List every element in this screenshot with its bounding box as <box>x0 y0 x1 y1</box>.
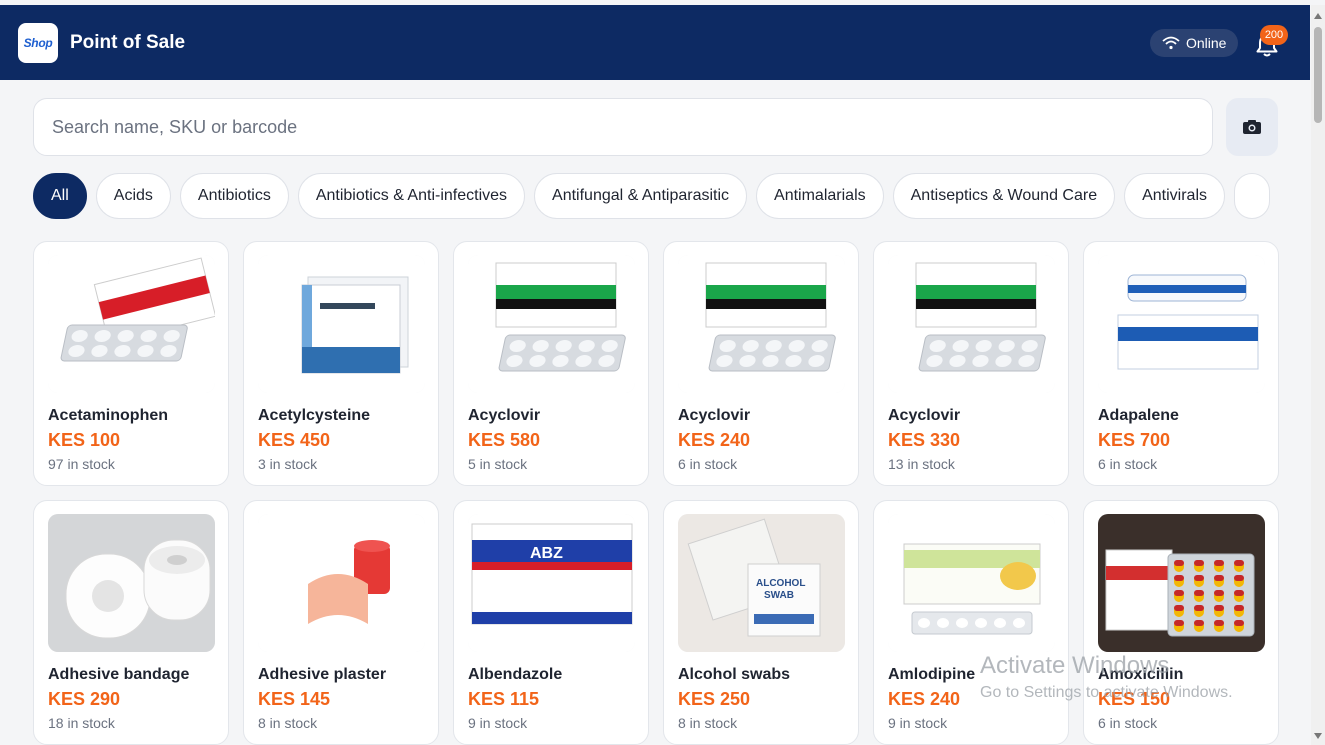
product-name: Acetylcysteine <box>258 407 371 424</box>
product-stock: 9 in stock <box>468 715 528 731</box>
product-image <box>1098 255 1265 393</box>
product-name: Adhesive bandage <box>48 666 190 683</box>
shop-logo[interactable]: Shop <box>18 23 58 63</box>
category-chip[interactable]: Antifungal & Antiparasitic <box>534 173 748 219</box>
search-input[interactable] <box>50 115 1196 139</box>
product-stock: 6 in stock <box>1098 715 1158 731</box>
notification-badge: 200 <box>1260 25 1288 45</box>
product-image <box>888 255 1055 393</box>
product-price: KES 240 <box>888 689 961 709</box>
product-stock: 6 in stock <box>1098 456 1158 472</box>
page-title: Point of Sale <box>70 32 186 53</box>
product-card[interactable]: ALCOHOL SWAB Alcohol swabs KES 250 8 in stoc… <box>663 500 859 745</box>
product-name: Adhesive plaster <box>258 666 387 683</box>
product-name: Amoxicillin <box>1098 666 1184 683</box>
product-name: Acetaminophen <box>48 407 169 424</box>
category-chip[interactable]: Acids <box>95 173 171 219</box>
product-card[interactable]: Acetylcysteine KES 450 3 in stock <box>243 241 439 486</box>
category-chip[interactable]: Antibiotics & Anti-infectives <box>297 173 526 219</box>
page-scrollbar[interactable] <box>1311 5 1325 745</box>
product-price: KES 115 <box>468 689 540 709</box>
product-price: KES 145 <box>258 689 331 709</box>
product-image <box>468 255 635 393</box>
online-status-badge[interactable]: Online <box>1150 29 1239 57</box>
category-chip[interactable]: All <box>33 173 87 219</box>
category-filter-bar: All Acids Antibiotics Antibiotics & Anti-in… <box>33 173 1278 221</box>
scroll-down-arrow-icon[interactable] <box>1314 733 1322 739</box>
product-stock: 8 in stock <box>258 715 318 731</box>
product-stock: 18 in stock <box>48 715 115 731</box>
product-stock: 8 in stock <box>678 715 738 731</box>
product-image: ALCOHOL SWAB <box>678 514 845 652</box>
product-card[interactable]: Adapalene KES 700 6 in stock <box>1083 241 1279 486</box>
product-price: KES 330 <box>888 430 961 450</box>
scroll-up-arrow-icon[interactable] <box>1314 13 1322 19</box>
product-name: Albendazole <box>468 666 563 683</box>
product-card[interactable]: Adhesive bandage KES 290 18 in stock <box>33 500 229 745</box>
product-price: KES 150 <box>1098 689 1171 709</box>
product-stock: 6 in stock <box>678 456 738 472</box>
category-chip[interactable] <box>1234 173 1270 219</box>
product-price: KES 700 <box>1098 430 1171 450</box>
product-name: Acyclovir <box>678 407 751 424</box>
svg-text:ABZ: ABZ <box>530 545 563 562</box>
product-stock: 3 in stock <box>258 456 318 472</box>
product-name: Amlodipine <box>888 666 976 683</box>
product-price: KES 290 <box>48 689 121 709</box>
product-stock: 97 in stock <box>48 456 115 472</box>
scroll-thumb[interactable] <box>1314 27 1322 123</box>
category-chip[interactable]: Antiseptics & Wound Care <box>892 173 1116 219</box>
product-image <box>48 255 215 393</box>
search-bar[interactable] <box>33 98 1213 156</box>
status-label: Online <box>1186 35 1227 51</box>
product-price: KES 580 <box>468 430 541 450</box>
product-image <box>888 514 1055 652</box>
product-stock: 9 in stock <box>888 715 948 731</box>
product-price: KES 450 <box>258 430 331 450</box>
product-card[interactable]: Amoxicillin KES 150 6 in stock <box>1083 500 1279 745</box>
product-card[interactable]: Acyclovir KES 330 13 in stock <box>873 241 1069 486</box>
product-name: Alcohol swabs <box>678 666 791 683</box>
product-image <box>678 255 845 393</box>
category-chip[interactable]: Antimalarials <box>756 173 884 219</box>
product-price: KES 100 <box>48 430 121 450</box>
svg-text:SWAB: SWAB <box>764 590 794 601</box>
product-stock: 5 in stock <box>468 456 528 472</box>
product-card[interactable]: Acyclovir KES 580 5 in stock <box>453 241 649 486</box>
product-stock: 13 in stock <box>888 456 955 472</box>
product-image <box>258 255 425 393</box>
scan-barcode-button[interactable] <box>1226 98 1278 156</box>
product-card[interactable]: Acetaminophen KES 100 97 in stock <box>33 241 229 486</box>
logo-text: Shop <box>23 36 53 50</box>
product-card[interactable]: ABZ Albendazole KES 115 9 in stock <box>453 500 649 745</box>
product-card[interactable]: Acyclovir KES 240 6 in stock <box>663 241 859 486</box>
svg-text:ALCOHOL: ALCOHOL <box>756 578 805 589</box>
product-image <box>258 514 425 652</box>
app-header: Shop Point of Sale Online 200 <box>0 5 1310 80</box>
product-image <box>48 514 215 652</box>
category-chip[interactable]: Antivirals <box>1124 173 1225 219</box>
product-name: Acyclovir <box>468 407 541 424</box>
wifi-icon <box>1162 36 1180 50</box>
product-price: KES 250 <box>678 689 751 709</box>
camera-icon <box>1243 120 1261 134</box>
product-card[interactable]: Adhesive plaster KES 145 8 in stock <box>243 500 439 745</box>
product-image <box>1098 514 1265 652</box>
product-name: Adapalene <box>1098 407 1179 424</box>
product-price: KES 240 <box>678 430 751 450</box>
product-card[interactable]: Amlodipine KES 240 9 in stock <box>873 500 1069 745</box>
product-name: Acyclovir <box>888 407 961 424</box>
product-image: ABZ <box>468 514 635 652</box>
category-chip[interactable]: Antibiotics <box>179 173 289 219</box>
product-grid: Acetaminophen KES 100 97 in stock Acetylcys… <box>33 241 1279 745</box>
